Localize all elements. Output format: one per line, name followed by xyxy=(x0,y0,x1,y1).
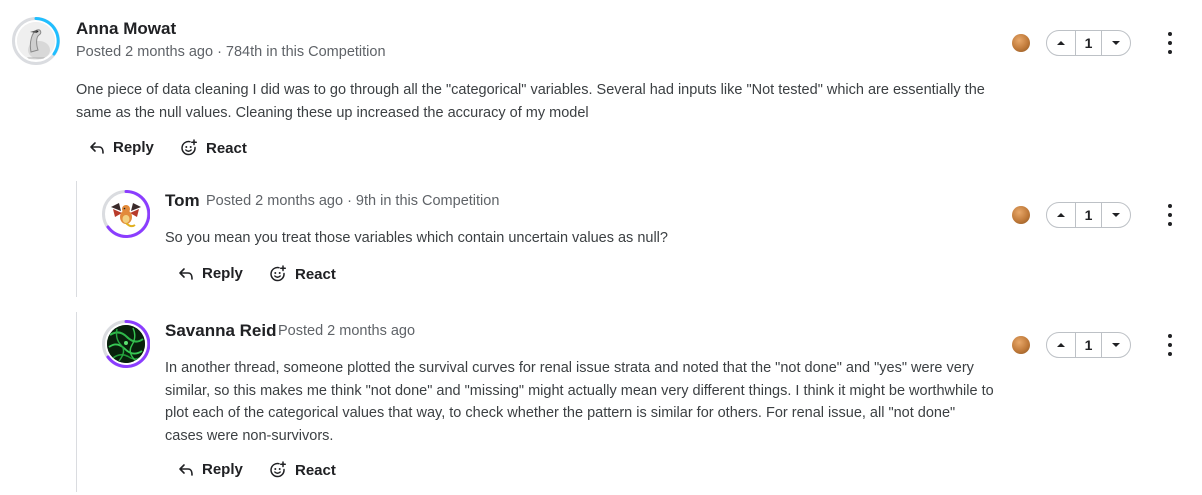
more-options-button[interactable] xyxy=(1165,334,1175,356)
comment-body: In another thread, someone plotted the s… xyxy=(165,360,994,444)
downvote-button[interactable] xyxy=(1102,31,1130,55)
caret-down-icon xyxy=(1112,343,1120,347)
react-label: React xyxy=(206,139,247,157)
avatar[interactable] xyxy=(12,17,60,65)
vote-widget: 1 xyxy=(1046,30,1131,56)
reply-arrow-icon xyxy=(179,463,193,476)
vote-count: 1 xyxy=(1075,31,1102,55)
comment-body: One piece of data cleaning I did was to … xyxy=(76,82,985,121)
vote-widget: 1 xyxy=(1046,202,1131,228)
more-vertical-icon xyxy=(1168,32,1172,36)
emoji-add-icon xyxy=(181,139,197,156)
caret-down-icon xyxy=(1112,213,1120,217)
bronze-medal-icon xyxy=(1012,206,1030,224)
more-vertical-icon xyxy=(1168,334,1172,338)
reply-arrow-icon xyxy=(90,141,104,154)
more-vertical-icon xyxy=(1168,204,1172,208)
reply-arrow-icon xyxy=(179,267,193,280)
reply-button[interactable]: Reply xyxy=(178,461,243,478)
comment-body: So you mean you treat those variables wh… xyxy=(165,230,668,246)
goose-avatar-image xyxy=(17,22,55,60)
caret-up-icon xyxy=(1057,41,1065,45)
caret-up-icon xyxy=(1057,343,1065,347)
reply-button[interactable]: Reply xyxy=(178,265,243,282)
vote-widget: 1 xyxy=(1046,332,1131,358)
post-meta: Posted 2 months ago xyxy=(278,323,416,339)
dragon-avatar-image xyxy=(107,195,145,233)
emoji-add-icon xyxy=(270,461,286,478)
react-label: React xyxy=(295,265,336,283)
reply-label: Reply xyxy=(202,461,243,478)
reply-label: Reply xyxy=(202,265,243,282)
downvote-button[interactable] xyxy=(1102,333,1130,357)
react-button[interactable]: React xyxy=(180,139,247,157)
thread-line xyxy=(76,181,77,297)
vote-count: 1 xyxy=(1075,203,1102,227)
react-button[interactable]: React xyxy=(269,265,336,283)
react-label: React xyxy=(295,461,336,479)
avatar[interactable] xyxy=(102,320,150,368)
caret-up-icon xyxy=(1057,213,1065,217)
more-options-button[interactable] xyxy=(1165,32,1175,54)
post-meta: Posted 2 months ago · 9th in this Compet… xyxy=(206,193,500,209)
post-meta: Posted 2 months ago · 784th in this Comp… xyxy=(76,44,386,60)
avatar[interactable] xyxy=(102,190,150,238)
downvote-button[interactable] xyxy=(1102,203,1130,227)
bronze-medal-icon xyxy=(1012,336,1030,354)
upvote-button[interactable] xyxy=(1047,31,1075,55)
cells-avatar-image xyxy=(107,325,145,363)
vote-count: 1 xyxy=(1075,333,1102,357)
reply-label: Reply xyxy=(113,139,154,156)
emoji-add-icon xyxy=(270,265,286,282)
caret-down-icon xyxy=(1112,41,1120,45)
author-name[interactable]: Savanna Reid xyxy=(165,321,277,341)
reply-button[interactable]: Reply xyxy=(89,139,154,156)
upvote-button[interactable] xyxy=(1047,333,1075,357)
bronze-medal-icon xyxy=(1012,34,1030,52)
author-name[interactable]: Anna Mowat xyxy=(76,19,176,39)
thread-line xyxy=(76,312,77,492)
more-options-button[interactable] xyxy=(1165,204,1175,226)
author-name[interactable]: Tom xyxy=(165,191,200,211)
upvote-button[interactable] xyxy=(1047,203,1075,227)
react-button[interactable]: React xyxy=(269,461,336,479)
